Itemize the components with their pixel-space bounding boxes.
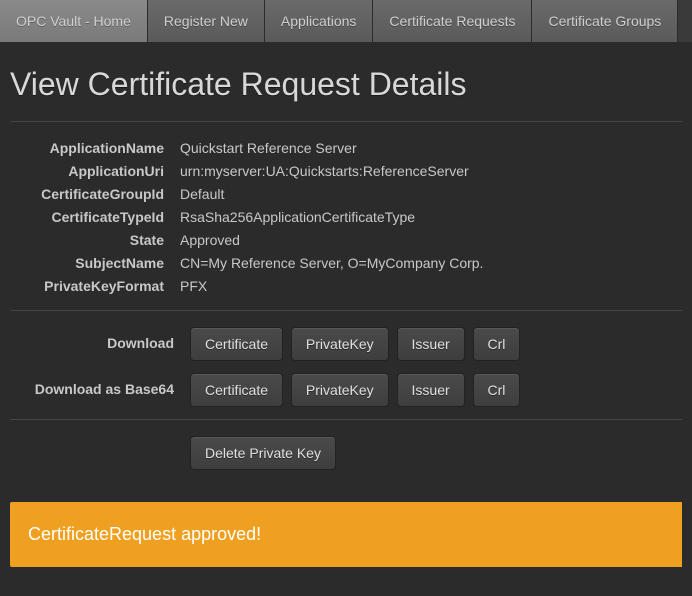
nav-certificate-requests[interactable]: Certificate Requests	[373, 0, 532, 42]
label-state: State	[10, 230, 180, 250]
label-application-name: ApplicationName	[10, 138, 180, 158]
label-certificate-type-id: CertificateTypeId	[10, 207, 180, 227]
details-section: ApplicationName Quickstart Reference Ser…	[10, 138, 682, 296]
alert-approved: CertificateRequest approved!	[10, 502, 682, 567]
label-application-uri: ApplicationUri	[10, 161, 180, 181]
download-issuer-button[interactable]: Issuer	[397, 327, 465, 361]
download-b64-issuer-button[interactable]: Issuer	[397, 373, 465, 407]
label-subject-name: SubjectName	[10, 253, 180, 273]
nav-home[interactable]: OPC Vault - Home	[0, 0, 148, 42]
label-certificate-group-id: CertificateGroupId	[10, 184, 180, 204]
navbar: OPC Vault - Home Register New Applicatio…	[0, 0, 692, 42]
label-download: Download	[10, 327, 190, 353]
value-subject-name: CN=My Reference Server, O=MyCompany Corp…	[180, 253, 682, 273]
nav-certificate-groups[interactable]: Certificate Groups	[532, 0, 678, 42]
value-certificate-group-id: Default	[180, 184, 682, 204]
delete-private-key-button[interactable]: Delete Private Key	[190, 436, 336, 470]
page-title: View Certificate Request Details	[10, 66, 682, 103]
value-state: Approved	[180, 230, 682, 250]
divider	[10, 419, 682, 420]
value-certificate-type-id: RsaSha256ApplicationCertificateType	[180, 207, 682, 227]
delete-row: Delete Private Key	[10, 436, 682, 474]
download-b64-privatekey-button[interactable]: PrivateKey	[291, 373, 389, 407]
download-section: Download Certificate PrivateKey Issuer C…	[10, 327, 682, 411]
label-download-base64: Download as Base64	[10, 373, 190, 399]
download-crl-button[interactable]: Crl	[473, 327, 521, 361]
download-b64-crl-button[interactable]: Crl	[473, 373, 521, 407]
label-private-key-format: PrivateKeyFormat	[10, 276, 180, 296]
divider	[10, 310, 682, 311]
download-privatekey-button[interactable]: PrivateKey	[291, 327, 389, 361]
value-application-name: Quickstart Reference Server	[180, 138, 682, 158]
value-private-key-format: PFX	[180, 276, 682, 296]
download-b64-certificate-button[interactable]: Certificate	[190, 373, 283, 407]
nav-register-new[interactable]: Register New	[148, 0, 265, 42]
nav-applications[interactable]: Applications	[265, 0, 374, 42]
value-application-uri: urn:myserver:UA:Quickstarts:ReferenceSer…	[180, 161, 682, 181]
download-certificate-button[interactable]: Certificate	[190, 327, 283, 361]
divider	[10, 121, 682, 122]
